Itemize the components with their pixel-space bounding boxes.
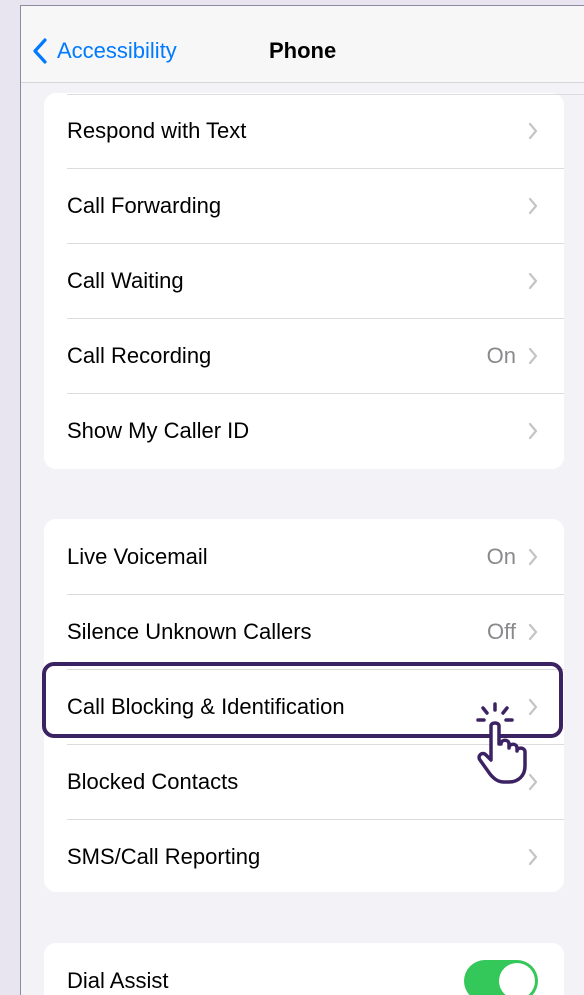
- row-respond-with-text[interactable]: Respond with Text: [44, 93, 564, 168]
- toggle-knob: [499, 962, 535, 995]
- chevron-right-icon: [528, 122, 538, 139]
- row-value: Off: [487, 618, 516, 644]
- chevron-right-icon: [528, 347, 538, 364]
- chevron-right-icon: [528, 197, 538, 214]
- row-call-forwarding[interactable]: Call Forwarding: [44, 168, 564, 243]
- row-label: Live Voicemail: [67, 543, 208, 569]
- row-silence-unknown-callers[interactable]: Silence Unknown Callers Off: [44, 594, 564, 669]
- row-label: Blocked Contacts: [67, 768, 239, 794]
- back-button[interactable]: Accessibility: [31, 34, 177, 68]
- dial-assist-toggle[interactable]: [464, 959, 538, 995]
- row-dial-assist: Dial Assist: [44, 943, 564, 995]
- row-call-recording[interactable]: Call Recording On: [44, 318, 564, 393]
- row-label: Show My Caller ID: [67, 417, 250, 443]
- row-show-my-caller-id[interactable]: Show My Caller ID: [44, 393, 564, 468]
- chevron-right-icon: [528, 422, 538, 439]
- tap-hand-icon: [476, 702, 527, 784]
- row-separator: [67, 94, 584, 95]
- row-label: SMS/Call Reporting: [67, 843, 261, 869]
- chevron-right-icon: [528, 623, 538, 640]
- row-live-voicemail[interactable]: Live Voicemail On: [44, 519, 564, 594]
- row-value: On: [486, 543, 516, 569]
- chevron-right-icon: [528, 272, 538, 289]
- settings-group-dial: Dial Assist: [44, 943, 564, 995]
- navigation-bar: Accessibility Phone: [21, 6, 584, 83]
- row-call-waiting[interactable]: Call Waiting: [44, 243, 564, 318]
- row-label: Silence Unknown Callers: [67, 618, 312, 644]
- row-sms-call-reporting[interactable]: SMS/Call Reporting: [44, 819, 564, 892]
- page-title: Phone: [269, 38, 337, 63]
- phone-settings-screen: Accessibility Phone Respond with Text Ca…: [20, 5, 584, 995]
- row-label: Dial Assist: [67, 967, 169, 993]
- row-label: Call Recording: [67, 342, 212, 368]
- back-button-label: Accessibility: [57, 38, 177, 63]
- chevron-right-icon: [528, 548, 538, 565]
- chevron-right-icon: [528, 848, 538, 865]
- row-value: On: [486, 342, 516, 368]
- row-label: Respond with Text: [67, 117, 247, 143]
- row-label: Call Forwarding: [67, 192, 222, 218]
- chevron-left-icon: [33, 38, 47, 64]
- settings-group-call-options: Respond with Text Call Forwarding Call W…: [44, 93, 564, 469]
- row-label: Call Waiting: [67, 267, 184, 293]
